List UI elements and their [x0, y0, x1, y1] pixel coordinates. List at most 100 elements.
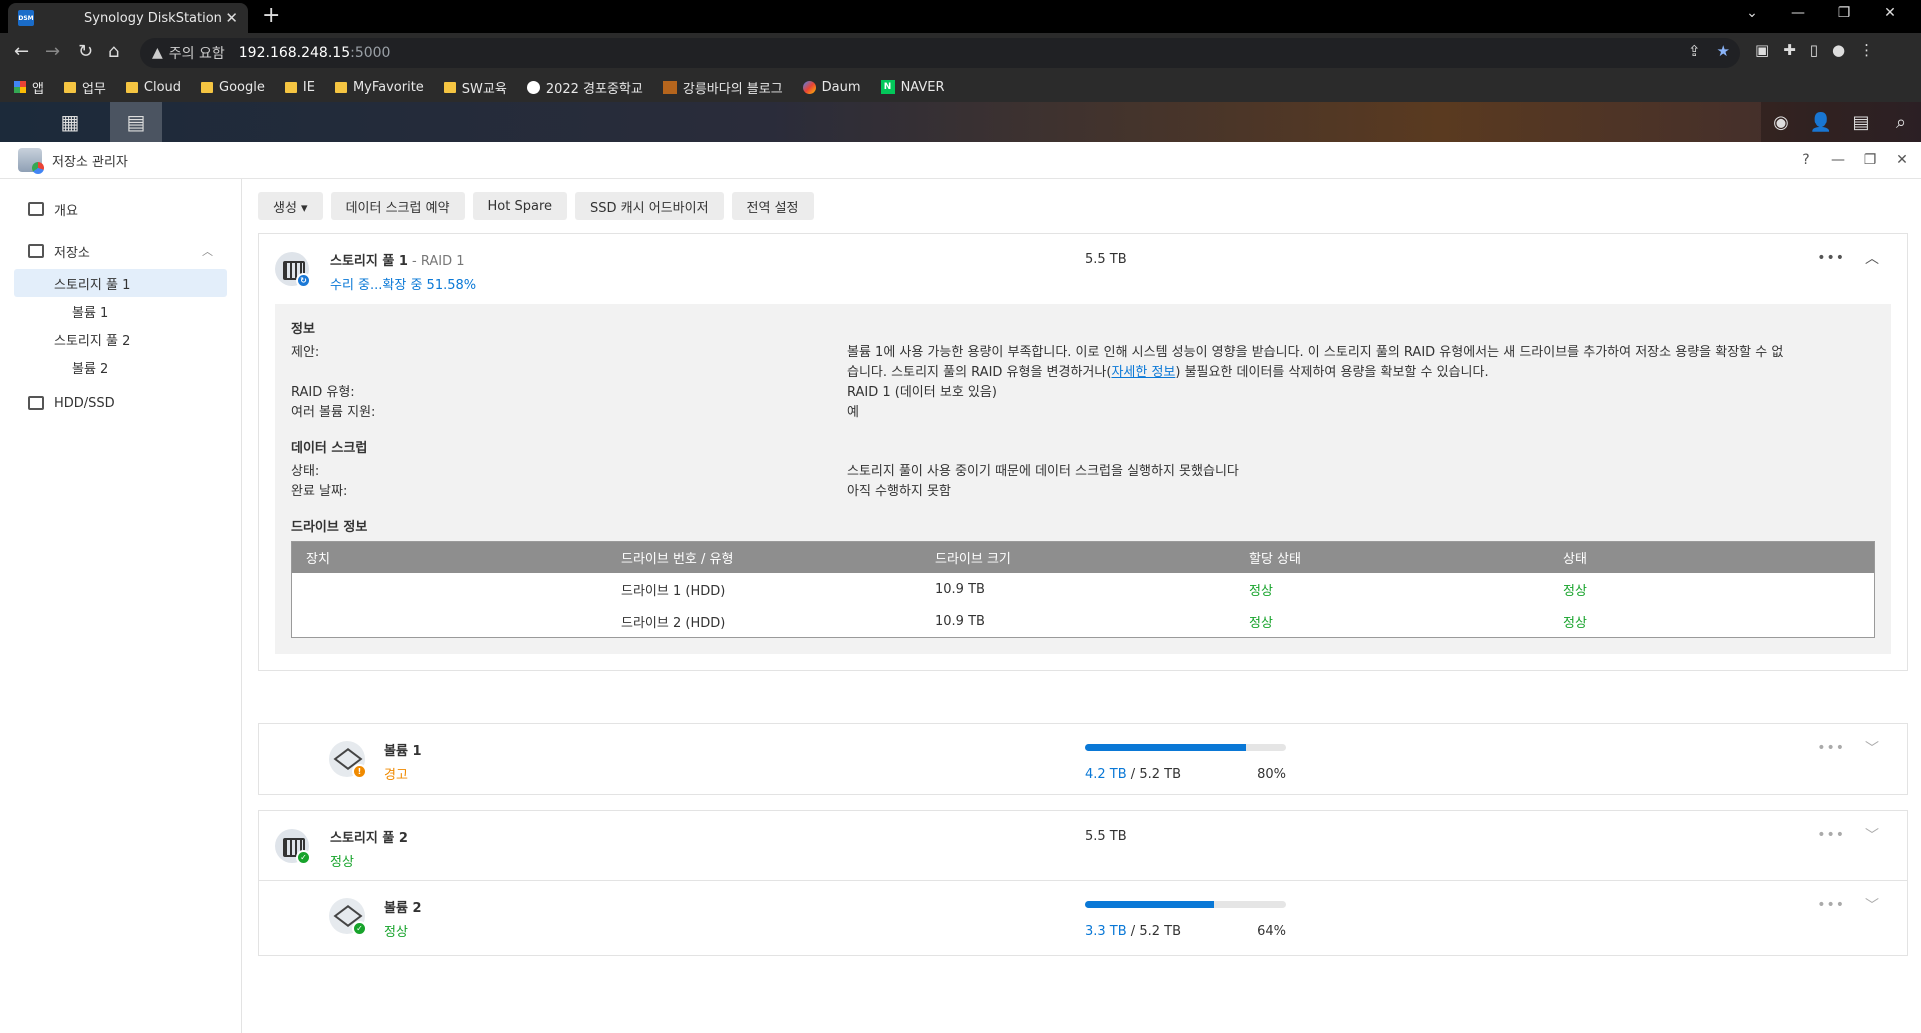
help-icon[interactable]: ?: [1797, 152, 1815, 168]
more-options-icon[interactable]: •••: [1817, 250, 1845, 266]
more-info-link[interactable]: 자세한 정보: [1111, 365, 1175, 380]
more-options-icon[interactable]: •••: [1817, 897, 1845, 913]
create-dropdown-button[interactable]: 생성 ▾: [258, 192, 323, 220]
chevron-down-icon[interactable]: ﹀: [1865, 738, 1879, 758]
user-icon[interactable]: 👤: [1801, 102, 1841, 142]
pool-2-header[interactable]: ✓ 스토리지 풀 2 정상 5.5 TB ••• ﹀: [259, 811, 1907, 881]
more-options-icon[interactable]: •••: [1817, 827, 1845, 843]
dsm-tray: ◉ 👤 ▤ ⌕: [1761, 102, 1921, 142]
dsm-favicon-icon: DSM: [18, 10, 34, 26]
bookmark-star-icon[interactable]: ★: [1717, 42, 1730, 60]
volume-2-name: 볼륨 2: [384, 901, 422, 916]
tab-close-icon[interactable]: ✕: [225, 9, 238, 27]
bookmark-apps[interactable]: 앱: [14, 78, 44, 97]
sidebar-item-overview[interactable]: 개요: [0, 195, 241, 223]
pool-1-header[interactable]: ↻ 스토리지 풀 1 - RAID 1 수리 중...확장 중 51.58% 5…: [259, 234, 1907, 304]
browser-tab[interactable]: DSM Synology DiskStation ✕: [8, 3, 248, 33]
tab-title: Synology DiskStation: [84, 10, 222, 26]
volume-2-row[interactable]: ✓ 볼륨 2 정상 3.3 TB / 5.2 TB 64% ••• ﹀: [259, 881, 1907, 955]
menu-kebab-icon[interactable]: ⋮: [1859, 41, 1874, 59]
scrub-status-row: 상태: 스토리지 풀이 사용 중이기 때문에 데이터 스크럽을 실행하지 못했습…: [291, 464, 1239, 479]
usage-fill: [1085, 901, 1214, 908]
scrub-section-title: 데이터 스크럽: [291, 441, 368, 456]
bookmark-folder[interactable]: IE: [284, 80, 315, 95]
bookmark-link[interactable]: N NAVER: [880, 80, 945, 95]
minimize-icon[interactable]: —: [1829, 152, 1847, 168]
bookmark-folder[interactable]: Google: [201, 80, 265, 95]
bookmark-link[interactable]: 2022 경포중학교: [526, 78, 643, 97]
drive-table: 장치 드라이브 번호 / 유형 드라이브 크기 할당 상태 상태 드라이브 1 …: [291, 541, 1875, 638]
volume-1-usage-bar: [1085, 744, 1286, 751]
maximize-icon[interactable]: ❐: [1861, 152, 1879, 168]
url-port: :5000: [350, 45, 391, 61]
pool-2-status: 정상: [330, 855, 354, 870]
home-icon[interactable]: ⌂: [108, 41, 119, 62]
main-content: 생성 ▾ 데이터 스크럽 예약 Hot Spare SSD 캐시 어드바이저 전…: [258, 179, 1908, 1033]
sidebar-item-hdd-ssd[interactable]: HDD/SSD: [0, 389, 241, 417]
more-options-icon[interactable]: •••: [1817, 740, 1845, 756]
storage-manager-taskbar-icon[interactable]: ▤: [110, 102, 162, 142]
drive-section-title: 드라이브 정보: [291, 520, 368, 535]
volume-1-card: ! 볼륨 1 경고 4.2 TB / 5.2 TB 80% ••• ﹀: [258, 723, 1908, 795]
raid-type-row: RAID 유형: RAID 1 (데이터 보호 있음): [291, 385, 997, 400]
extension-icon[interactable]: ▣: [1755, 41, 1769, 59]
chevron-up-icon[interactable]: ︿: [202, 243, 213, 259]
table-row[interactable]: 드라이브 2 (HDD) 10.9 TB 정상 정상: [292, 605, 1874, 637]
back-icon[interactable]: ←: [14, 41, 29, 62]
warning-icon[interactable]: ▲: [152, 45, 163, 61]
main-menu-grid-icon[interactable]: ▦: [44, 102, 96, 142]
repair-badge-icon: ↻: [296, 273, 311, 288]
bookmark-link[interactable]: Daum: [802, 80, 861, 95]
bookmark-link[interactable]: 강릉바다의 블로그: [662, 78, 783, 97]
dsm-taskbar: ▦ ▤ ◉ 👤 ▤ ⌕: [0, 102, 1921, 142]
sidebar-item-pool2[interactable]: 스토리지 풀 2: [14, 325, 227, 353]
hot-spare-button[interactable]: Hot Spare: [472, 192, 568, 220]
folder-icon: [334, 81, 347, 93]
naver-icon: N: [880, 80, 895, 94]
profile-avatar-icon[interactable]: ●: [1832, 41, 1845, 59]
new-tab-icon[interactable]: +: [262, 3, 280, 28]
volume-icon: !: [329, 741, 367, 779]
bookmark-folder[interactable]: 업무: [63, 78, 106, 97]
window-controls: ? — ❐ ✕: [1797, 152, 1911, 168]
sidebar-item-volume2[interactable]: 볼륨 2: [14, 353, 227, 381]
chevron-up-icon[interactable]: ︿: [1865, 248, 1879, 268]
forward-icon[interactable]: →: [45, 41, 60, 62]
url-input[interactable]: ▲ 주의 요함 192.168.248.15 :5000 ⇪ ★: [140, 38, 1740, 68]
puzzle-icon[interactable]: ✚: [1783, 41, 1796, 59]
global-settings-button[interactable]: 전역 설정: [731, 192, 814, 220]
folder-icon: [284, 81, 297, 93]
search-icon[interactable]: ⌕: [1881, 102, 1921, 142]
close-icon[interactable]: ✕: [1893, 152, 1911, 168]
share-icon[interactable]: ⇪: [1688, 42, 1701, 60]
widgets-icon[interactable]: ▤: [1841, 102, 1881, 142]
pool-2-title: 스토리지 풀 2: [330, 831, 408, 846]
usage-fill: [1085, 744, 1246, 751]
scrub-schedule-button[interactable]: 데이터 스크럽 예약: [330, 192, 465, 220]
sidebar-item-pool1[interactable]: 스토리지 풀 1: [14, 269, 227, 297]
sidebar-item-storage[interactable]: 저장소 ︿: [0, 237, 241, 265]
pool-1-detail: 정보 제안: 볼륨 1에 사용 가능한 용량이 부족합니다. 이로 인해 시스템…: [275, 304, 1891, 654]
tab-search-icon[interactable]: ⌄: [1729, 5, 1775, 21]
chevron-down-icon[interactable]: ﹀: [1865, 895, 1879, 915]
pool-1-title: 스토리지 풀 1 - RAID 1: [330, 254, 465, 269]
sidebar-item-volume1[interactable]: 볼륨 1: [14, 297, 227, 325]
bookmark-folder[interactable]: SW교육: [443, 78, 507, 97]
minimize-icon[interactable]: —: [1775, 5, 1821, 21]
hdd-icon: [28, 396, 44, 410]
close-window-icon[interactable]: ✕: [1867, 5, 1913, 21]
window-title: 저장소 관리자: [52, 154, 128, 170]
bookmark-folder[interactable]: Cloud: [125, 80, 181, 95]
ssd-advisor-button[interactable]: SSD 캐시 어드바이저: [575, 192, 724, 220]
bookmark-folder[interactable]: MyFavorite: [334, 80, 424, 95]
chevron-down-icon[interactable]: ﹀: [1865, 825, 1879, 845]
volume-1-row[interactable]: ! 볼륨 1 경고 4.2 TB / 5.2 TB 80% ••• ﹀: [259, 724, 1907, 794]
table-row[interactable]: 드라이브 1 (HDD) 10.9 TB 정상 정상: [292, 573, 1874, 605]
sidepanel-icon[interactable]: ▯: [1810, 41, 1818, 59]
folder-icon: [443, 81, 456, 93]
notification-icon[interactable]: ◉: [1761, 102, 1801, 142]
volume-2-usage: 3.3 TB / 5.2 TB: [1085, 924, 1181, 939]
storage-pool-icon: ✓: [275, 829, 311, 865]
restore-icon[interactable]: ❐: [1821, 5, 1867, 21]
reload-icon[interactable]: ↻: [78, 41, 93, 62]
